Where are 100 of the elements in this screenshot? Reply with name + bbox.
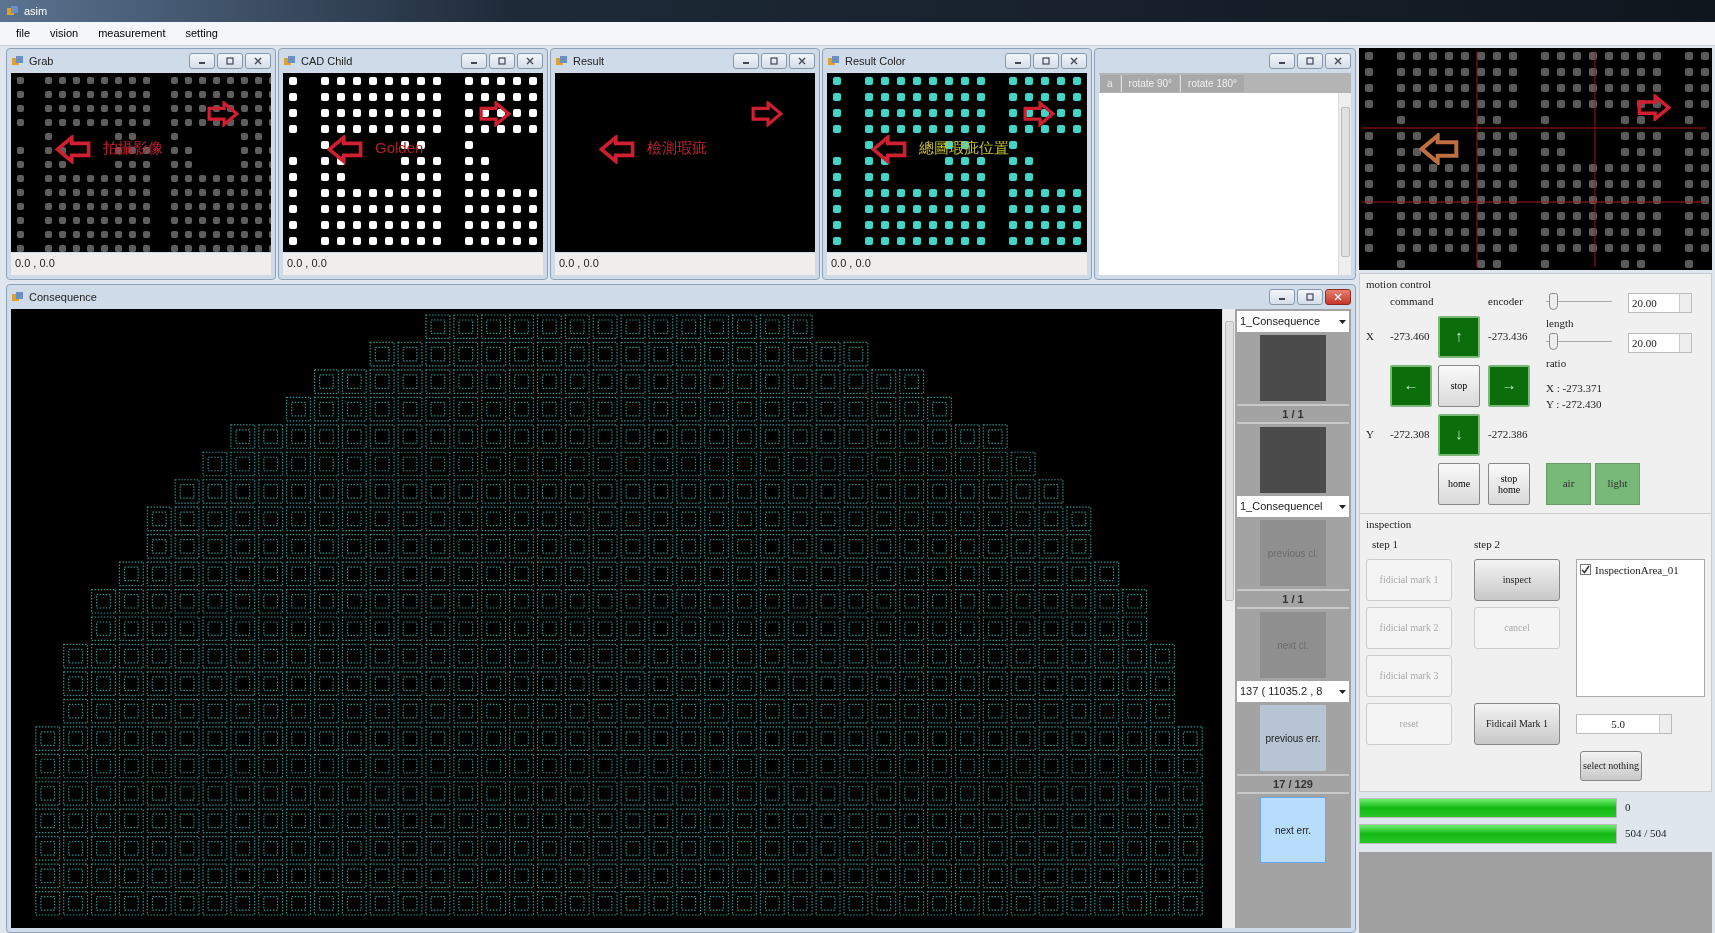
annotation-text: Golden <box>375 138 424 158</box>
select-nothing-button[interactable]: select nothing <box>1580 750 1642 781</box>
progress-text: 504 / 504 <box>1625 826 1667 842</box>
app-icon <box>6 4 19 18</box>
maximize-icon <box>497 57 507 65</box>
close-icon <box>1333 293 1343 301</box>
left-arrow-icon <box>1419 133 1459 165</box>
minimize-button[interactable] <box>461 53 487 69</box>
column-header: command <box>1390 294 1435 310</box>
window-title: Result Color <box>845 53 907 69</box>
number-field[interactable]: 20.00 <box>1628 333 1692 353</box>
right-arrow-icon <box>1637 94 1671 122</box>
annotation-text: 總圖瑕疵位置 <box>919 138 1009 158</box>
right-arrow-icon <box>207 101 239 127</box>
axis-label: X <box>1366 329 1375 345</box>
group-title: inspection <box>1366 516 1413 532</box>
number-field[interactable]: 20.00 <box>1628 292 1692 313</box>
close-button[interactable] <box>517 53 543 69</box>
minimize-button[interactable] <box>1005 53 1031 69</box>
dropdown[interactable]: 1_Consequence <box>1237 311 1349 332</box>
right-arrow-icon <box>751 101 783 127</box>
close-icon <box>525 57 535 65</box>
dropdown[interactable]: 137 ( 11035.2 , 8 <box>1237 681 1349 702</box>
minimize-button[interactable] <box>189 53 215 69</box>
left-arrow-icon <box>327 135 363 164</box>
step-label: step 1 <box>1371 537 1399 552</box>
window-title: Grab <box>29 53 55 69</box>
minimize-button[interactable] <box>1269 289 1295 305</box>
menu-item[interactable]: vision <box>42 23 87 44</box>
home-button[interactable]: home <box>1438 462 1480 505</box>
encoder-value: -272.386 <box>1488 427 1529 443</box>
scrollbar[interactable] <box>1338 93 1351 275</box>
command-value: -272.308 <box>1390 427 1431 443</box>
close-icon <box>1069 57 1079 65</box>
slider-thumb[interactable] <box>1548 333 1558 350</box>
jog-right-button[interactable]: → <box>1488 364 1530 407</box>
window-title: CAD Child <box>301 53 354 69</box>
number-field[interactable]: 5.0 <box>1576 713 1672 734</box>
close-button[interactable] <box>1061 53 1087 69</box>
action-button[interactable]: inspect <box>1474 558 1560 601</box>
caret-icon <box>1339 689 1346 694</box>
jog-up-button[interactable]: ↑ <box>1438 315 1480 358</box>
close-icon <box>797 57 807 65</box>
slider[interactable] <box>1546 292 1612 311</box>
annotation-text: 檢測瑕疵 <box>647 138 707 158</box>
slider[interactable] <box>1546 333 1612 351</box>
close-button[interactable] <box>1325 53 1351 69</box>
counter-text: 1 / 1 <box>1237 404 1349 424</box>
group-title: motion control <box>1366 277 1433 292</box>
dropdown[interactable]: 1_Consequencel <box>1237 496 1349 517</box>
coordinates-text: 0.0 , 0.0 <box>827 253 1087 275</box>
app-icon <box>827 54 840 68</box>
progress-text: 0 <box>1625 800 1631 816</box>
maximize-icon <box>1305 57 1315 65</box>
toggle-button[interactable]: light <box>1595 462 1640 505</box>
window-title: Result <box>573 53 606 69</box>
action-button[interactable]: Fidicail Mark 1 <box>1474 702 1560 745</box>
position-text: Y : -272.430 <box>1546 397 1603 412</box>
menu-item[interactable]: measurement <box>90 23 174 44</box>
close-icon <box>253 57 263 65</box>
caret-icon <box>1339 504 1346 509</box>
position-text: X : -273.371 <box>1546 380 1603 396</box>
jog-left-button[interactable]: ← <box>1390 364 1432 407</box>
maximize-icon <box>1305 293 1315 301</box>
window-title: Consequence <box>29 289 98 305</box>
close-button[interactable] <box>789 53 815 69</box>
left-arrow-icon <box>55 135 91 164</box>
checkbox[interactable] <box>1580 564 1591 576</box>
coordinates-text: 0.0 , 0.0 <box>555 253 815 275</box>
app-icon <box>11 290 24 304</box>
caret-icon <box>1339 319 1346 324</box>
right-arrow-icon <box>1023 101 1055 127</box>
minimize-button[interactable] <box>733 53 759 69</box>
counter-text: 1 / 1 <box>1237 589 1349 609</box>
step-label: step 2 <box>1474 537 1500 552</box>
maximize-icon <box>1041 57 1051 65</box>
close-button[interactable] <box>245 53 271 69</box>
slider-label: ratio <box>1546 356 1568 371</box>
window-title: asim <box>24 3 48 19</box>
column-header: encoder <box>1488 294 1524 310</box>
menu-item[interactable]: file <box>8 23 39 44</box>
maximize-icon <box>769 57 779 65</box>
encoder-value: -273.436 <box>1488 329 1529 345</box>
scrollbar[interactable] <box>1222 309 1235 928</box>
maximize-icon <box>225 57 235 65</box>
app-icon <box>283 54 296 68</box>
close-button[interactable] <box>1325 289 1351 305</box>
jog-down-button[interactable]: ↓ <box>1438 413 1480 456</box>
stop-home-button[interactable]: stop home <box>1488 462 1530 505</box>
counter-text: 17 / 129 <box>1237 774 1349 794</box>
minimize-button[interactable] <box>1269 53 1295 69</box>
annotation-text: 拍攝影像 <box>103 138 163 158</box>
thumbnail-image <box>1260 427 1326 493</box>
left-arrow-icon <box>599 135 635 164</box>
stop-button[interactable]: stop <box>1438 364 1480 407</box>
nav-button[interactable]: next err. <box>1260 797 1326 863</box>
nav-button[interactable]: previous err. <box>1260 705 1326 771</box>
slider-thumb[interactable] <box>1548 292 1558 310</box>
toggle-button[interactable]: air <box>1546 462 1591 505</box>
menu-item[interactable]: setting <box>177 23 226 44</box>
